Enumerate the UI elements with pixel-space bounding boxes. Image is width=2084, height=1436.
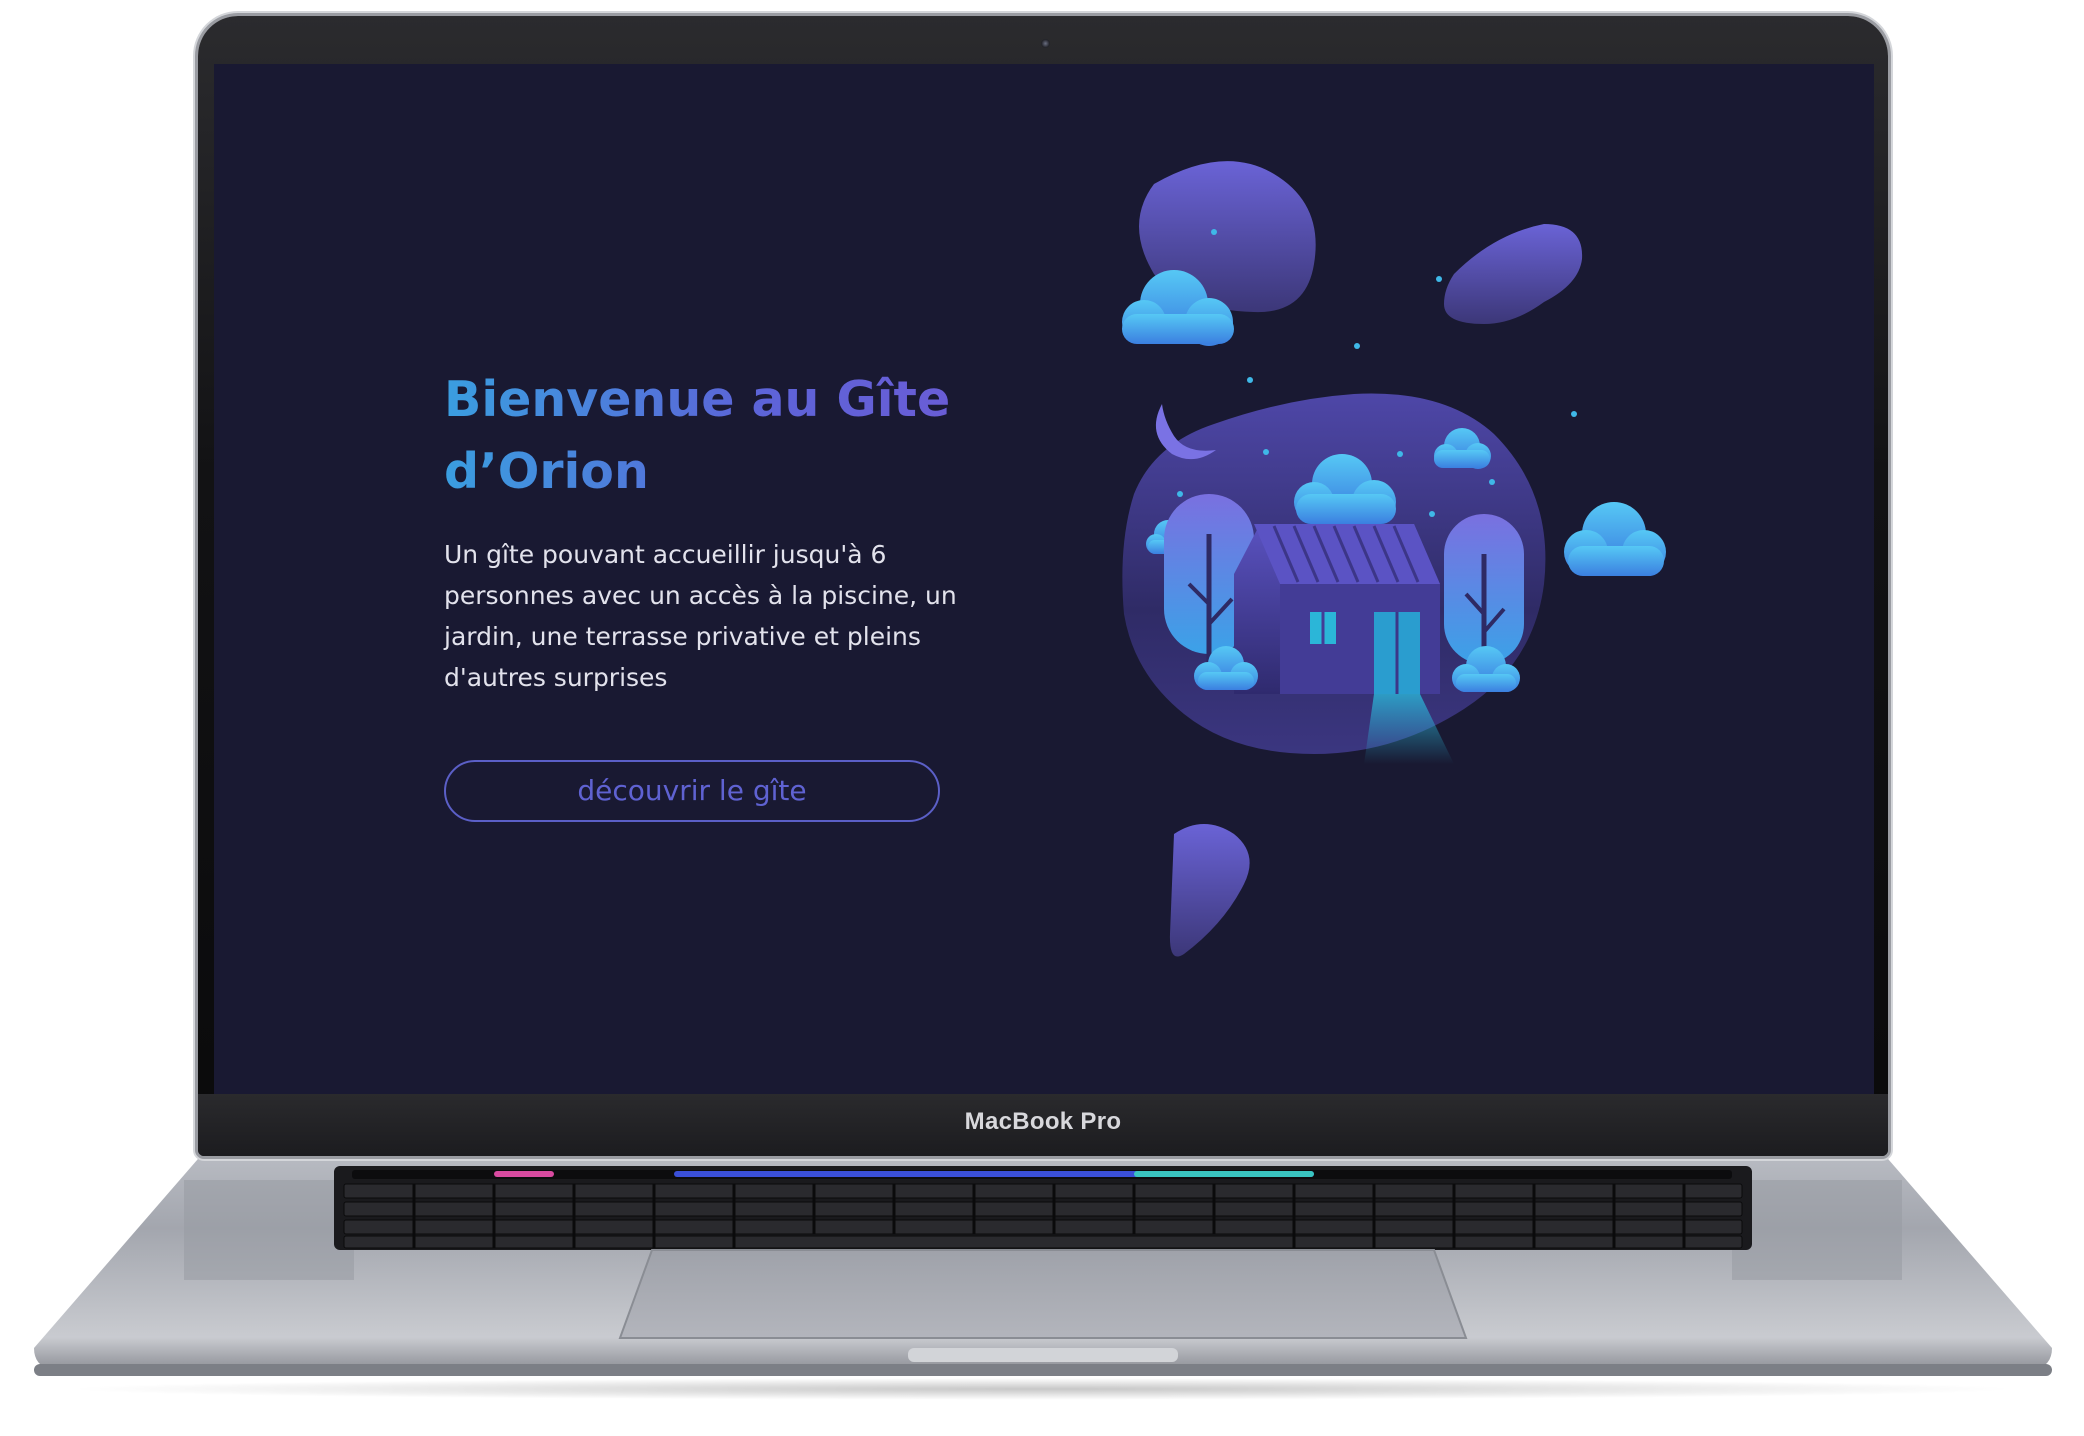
laptop-mockup: MacBook Pro Bienvenue au Gîte d’Orion Un… [0,0,2084,1436]
lid-chin: MacBook Pro [198,1094,1888,1156]
brand-label: MacBook Pro [964,1108,1122,1135]
cloud-icon-right [1564,502,1666,576]
webcam-icon [1041,39,1050,48]
blob-bottom [1169,824,1250,957]
laptop-base [34,1152,2052,1376]
night-house-illustration [1122,161,1666,957]
browser-viewport: Bienvenue au Gîte d’Orion Un gîte pouvan… [214,64,1874,1094]
blob-right [1444,224,1583,324]
discover-button[interactable]: découvrir le gîte [444,760,940,822]
hero-title: Bienvenue au Gîte d’Orion [444,364,1004,508]
hero-description: Un gîte pouvant accueillir jusqu'à 6 per… [444,540,957,692]
